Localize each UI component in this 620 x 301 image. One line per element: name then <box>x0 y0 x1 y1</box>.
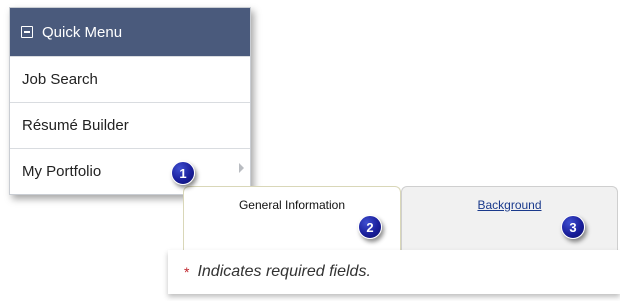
tab-label: General Information <box>238 198 346 212</box>
menu-item-job-search[interactable]: Job Search <box>10 56 250 102</box>
menu-item-label: Job Search <box>22 71 98 88</box>
quick-menu: Quick Menu Job Search Résumé Builder My … <box>9 7 251 195</box>
menu-item-label: My Portfolio <box>22 163 102 180</box>
callout-badge-1: 1 <box>171 161 195 185</box>
menu-item-resume-builder[interactable]: Résumé Builder <box>10 102 250 148</box>
callout-badge-2: 2 <box>358 215 382 239</box>
callout-badge-3: 3 <box>561 215 585 239</box>
required-fields-text: Indicates required fields. <box>197 263 371 280</box>
submenu-arrow-icon <box>239 163 244 173</box>
tab-background[interactable]: Background <box>401 186 618 250</box>
required-fields-note: * Indicates required fields. <box>168 250 620 294</box>
menu-item-label: Résumé Builder <box>22 117 129 134</box>
tab-link[interactable]: Background <box>477 187 541 212</box>
quick-menu-header[interactable]: Quick Menu <box>10 8 250 56</box>
screenshot-stage: Quick Menu Job Search Résumé Builder My … <box>0 0 620 301</box>
quick-menu-title: Quick Menu <box>42 23 123 41</box>
required-asterisk: * <box>184 264 190 280</box>
collapse-icon[interactable] <box>21 26 33 38</box>
